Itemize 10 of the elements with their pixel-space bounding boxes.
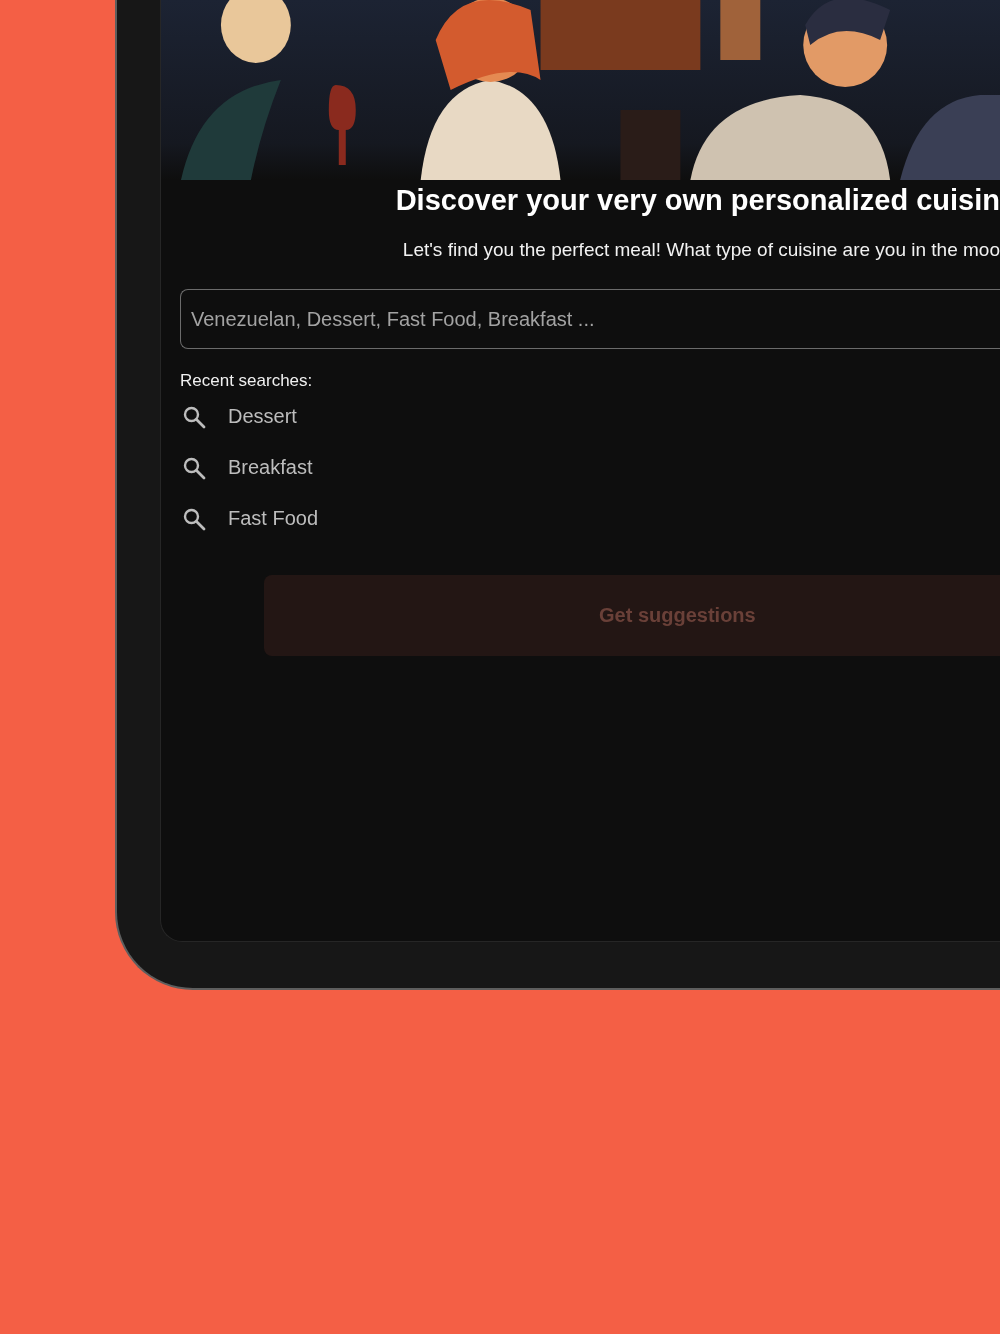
recent-searches-label: Recent searches: (180, 371, 314, 391)
search-icon (182, 506, 206, 531)
page-title: Discover your very own personalized cuisin (395, 184, 1000, 217)
search-icon (182, 404, 206, 429)
search-field[interactable]: Venezuelan, Dessert, Fast Food, Breakfast ... (180, 289, 1000, 349)
subtitle: Let's find you the perfect meal! What type of cuisine are you in the moo (402, 239, 1000, 261)
recent-search-item[interactable]: Fast Food (228, 507, 319, 530)
recent-search-item[interactable]: Dessert (228, 405, 297, 428)
search-icon (182, 455, 206, 480)
recent-search-item[interactable]: Breakfast (228, 456, 313, 479)
